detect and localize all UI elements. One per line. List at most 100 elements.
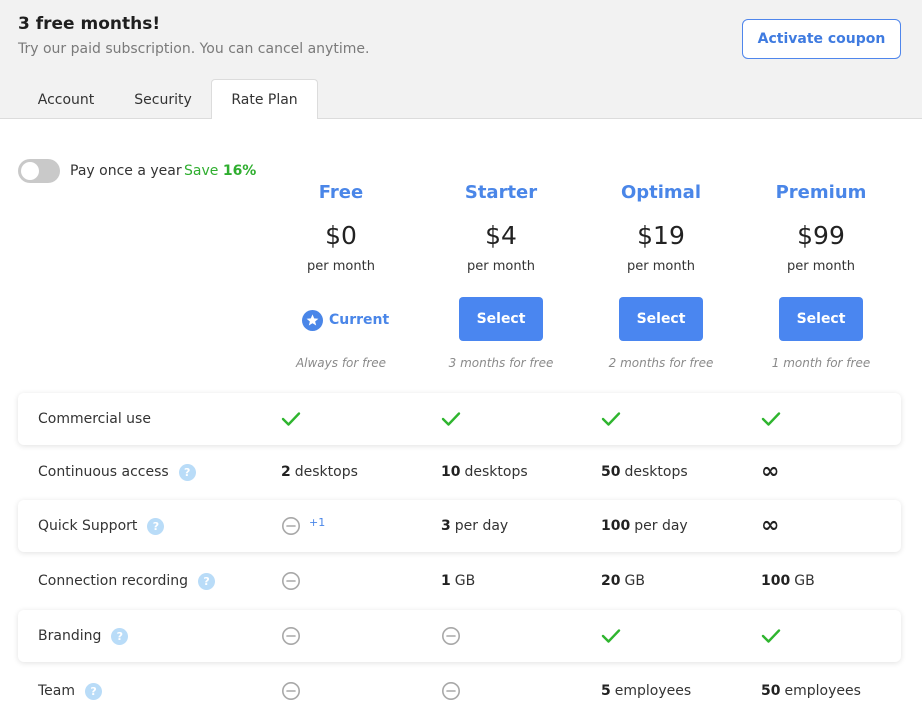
feature-cell (601, 393, 621, 445)
feature-label: Continuous access? (38, 446, 196, 498)
feature-label: Branding? (38, 610, 129, 662)
select-optimal-button[interactable]: Select (619, 297, 703, 341)
select-premium-button[interactable]: Select (779, 297, 863, 341)
check-icon (441, 411, 461, 427)
feature-value-unit: per day (634, 518, 688, 534)
current-plan-indicator: Current (302, 309, 389, 331)
feature-label-text: Commercial use (38, 411, 151, 427)
feature-value-unit: desktops (464, 464, 528, 480)
plan-price-premium: $99 (797, 221, 845, 250)
tab-security[interactable]: Security (114, 80, 212, 119)
question-icon[interactable]: ? (178, 463, 196, 481)
check-icon (601, 411, 621, 427)
feature-label-text: Branding (38, 628, 102, 644)
feature-cell (761, 610, 781, 662)
feature-value-unit: employees (784, 683, 861, 699)
feature-value-number: 100 (601, 518, 631, 534)
feature-value-number: 100 (761, 573, 791, 589)
feature-cell: 3 per day (441, 500, 508, 552)
feature-label: Quick Support? (38, 500, 165, 552)
feature-value-unit: per day (454, 518, 509, 534)
activate-coupon-button[interactable]: Activate coupon (742, 19, 901, 59)
infinity-icon: ∞ (761, 459, 780, 484)
feature-label: Commercial use (38, 393, 151, 445)
plan-name-free: Free (318, 182, 364, 203)
feature-cell: 50 desktops (601, 446, 688, 498)
tab-rate-plan[interactable]: Rate Plan (211, 79, 318, 119)
feature-cell: 2 desktops (281, 446, 358, 498)
minus-circle-icon (441, 681, 461, 701)
minus-circle-icon (281, 626, 301, 646)
promo-header: 3 free months! Try our paid subscription… (0, 0, 922, 119)
feature-value-number: 50 (761, 683, 781, 699)
question-icon[interactable]: ? (111, 627, 129, 645)
pay-yearly-toggle[interactable] (18, 159, 60, 183)
feature-label-text: Quick Support (38, 518, 138, 534)
feature-value-number: 20 (601, 573, 621, 589)
tab-account[interactable]: Account (18, 80, 114, 119)
save-value: 16% (222, 163, 257, 179)
check-icon (281, 411, 301, 427)
plan-period-premium: per month (787, 259, 855, 274)
plan-name-starter: Starter (464, 182, 538, 203)
plan-price-optimal: $19 (637, 221, 685, 250)
question-icon[interactable]: ? (198, 572, 216, 590)
plan-price-starter: $4 (485, 221, 517, 250)
save-badge: Save 16% (184, 163, 256, 179)
feature-label-text: Connection recording (38, 573, 189, 589)
minus-circle-icon (441, 626, 461, 646)
feature-cell: 5 employees (601, 665, 691, 716)
feature-value-number: 50 (601, 464, 621, 480)
feature-cell: 100 GB (761, 555, 815, 607)
feature-row: Connection recording? 1 GB 20 GB 100 GB (18, 555, 901, 607)
feature-cell: +1 (281, 500, 325, 552)
feature-cell: ∞ (761, 446, 779, 498)
feature-label: Connection recording? (38, 555, 216, 607)
minus-circle-icon (281, 571, 301, 591)
feature-cell (441, 610, 461, 662)
feature-cell: 100 per day (601, 500, 688, 552)
feature-cell: 20 GB (601, 555, 645, 607)
pay-yearly-label: Pay once a year (70, 163, 182, 179)
feature-row: Commercial use (18, 393, 901, 445)
star-badge-icon (302, 309, 323, 331)
feature-value-unit: desktops (294, 464, 358, 480)
feature-label-text: Continuous access (38, 464, 169, 480)
feature-cell: ∞ (761, 500, 779, 552)
feature-row: Branding? (18, 610, 901, 662)
feature-value-number: 2 (281, 464, 291, 480)
plan-trial-starter: 3 months for free (448, 356, 554, 370)
feature-value-number: 1 (441, 573, 451, 589)
select-starter-button[interactable]: Select (459, 297, 543, 341)
feature-label: Team? (38, 665, 103, 716)
feature-value-unit: desktops (624, 464, 688, 480)
feature-cell (441, 393, 461, 445)
feature-value-number: 5 (601, 683, 611, 699)
infinity-icon: ∞ (761, 513, 780, 538)
feature-cell: 50 employees (761, 665, 861, 716)
feature-cell: 1 GB (441, 555, 475, 607)
feature-cell (281, 393, 301, 445)
plan-period-free: per month (307, 259, 375, 274)
promo-subtitle: Try our paid subscription. You can cance… (18, 41, 370, 57)
toggle-knob (21, 162, 39, 180)
question-icon[interactable]: ? (147, 517, 165, 535)
plan-name-optimal: Optimal (620, 182, 702, 203)
feature-value-number: 3 (441, 518, 451, 534)
plan-name-premium: Premium (775, 182, 867, 203)
minus-circle-icon (281, 516, 301, 536)
extra-count[interactable]: +1 (309, 516, 325, 529)
feature-cell (761, 393, 781, 445)
plan-trial-optimal: 2 months for free (608, 356, 714, 370)
feature-cell (281, 555, 301, 607)
feature-value-unit: GB (794, 573, 815, 589)
feature-cell (441, 665, 461, 716)
feature-row: Quick Support? +1 3 per day 100 per day ∞ (18, 500, 901, 552)
save-prefix: Save (184, 163, 219, 179)
question-icon[interactable]: ? (85, 682, 103, 700)
check-icon (761, 628, 781, 644)
plan-price-free: $0 (325, 221, 357, 250)
feature-cell (601, 610, 621, 662)
feature-value-unit: GB (454, 573, 476, 589)
feature-value-unit: GB (624, 573, 645, 589)
